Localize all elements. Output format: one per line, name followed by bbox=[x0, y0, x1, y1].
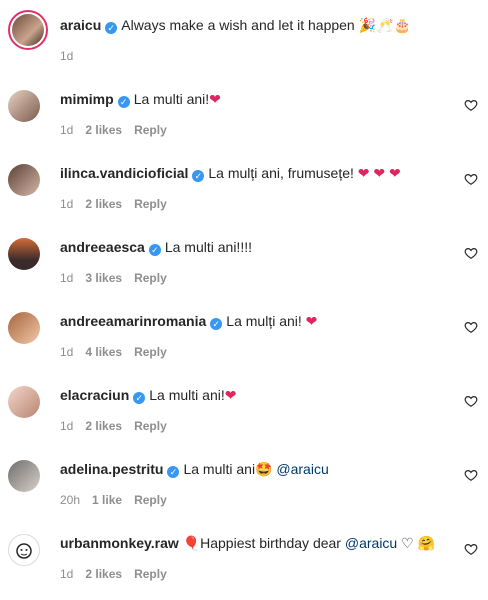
star-struck-emoji: 🤩 bbox=[255, 461, 273, 477]
comment-line: urbanmonkey.raw 🎈Happiest birthday dear … bbox=[60, 534, 435, 552]
comment-item: elacraciun ✓ La multi ani!❤ 1d 2 likes Reply bbox=[8, 378, 480, 452]
comment-username[interactable]: elacraciun bbox=[60, 387, 129, 403]
post-caption: araicu ✓ Always make a wish and let it hap… bbox=[8, 6, 480, 66]
comment-time[interactable]: 1d bbox=[60, 271, 73, 285]
monkey-logo-icon bbox=[16, 543, 32, 559]
avatar[interactable] bbox=[8, 90, 40, 122]
comment-likes[interactable]: 3 likes bbox=[85, 271, 122, 285]
comment-item: andreeamarinromania ✓ La mulți ani! ❤ 1d 4 … bbox=[8, 304, 480, 378]
caption-meta: 1d bbox=[60, 48, 85, 64]
comment-meta: 1d 2 likes Reply bbox=[60, 418, 179, 434]
comment-meta: 20h 1 like Reply bbox=[60, 492, 179, 508]
comment-likes[interactable]: 4 likes bbox=[85, 345, 122, 359]
comment-text: La multi ani! bbox=[149, 387, 225, 403]
verified-badge-icon: ✓ bbox=[105, 22, 118, 34]
comment-time[interactable]: 1d bbox=[60, 419, 73, 433]
heart-outline-icon[interactable] bbox=[464, 320, 478, 334]
comment-likes[interactable]: 2 likes bbox=[85, 123, 122, 137]
heart-outline-icon[interactable] bbox=[464, 542, 478, 556]
avatar[interactable] bbox=[8, 312, 40, 344]
heart-outline-icon[interactable] bbox=[464, 468, 478, 482]
heart-emoji: ❤ bbox=[209, 91, 221, 107]
reply-button[interactable]: Reply bbox=[134, 345, 167, 359]
comment-likes[interactable]: 2 likes bbox=[85, 419, 122, 433]
comment-username[interactable]: ilinca.vandicioficial bbox=[60, 165, 188, 181]
mention-link[interactable]: @araicu bbox=[276, 461, 328, 477]
comment-text: La mulți ani, frumusețe! bbox=[208, 165, 354, 181]
comment-meta: 1d 4 likes Reply bbox=[60, 344, 179, 360]
comment-item: mimimp ✓ La multi ani!❤ 1d 2 likes Reply bbox=[8, 82, 480, 156]
comment-time[interactable]: 1d bbox=[60, 567, 73, 581]
caption-line: araicu ✓ Always make a wish and let it hap… bbox=[60, 16, 411, 34]
comment-username[interactable]: adelina.pestritu bbox=[60, 461, 163, 477]
comment-username[interactable]: andreeamarinromania bbox=[60, 313, 206, 329]
reply-button[interactable]: Reply bbox=[134, 123, 167, 137]
comment-text: La multi ani!!!! bbox=[164, 239, 252, 255]
heart-emoji: ❤ bbox=[305, 313, 318, 329]
verified-badge-icon: ✓ bbox=[210, 318, 223, 330]
verified-badge-icon: ✓ bbox=[167, 466, 180, 478]
verified-badge-icon: ✓ bbox=[148, 244, 161, 256]
avatar[interactable] bbox=[8, 238, 40, 270]
comment-text: La multi ani bbox=[183, 461, 256, 477]
reply-button[interactable]: Reply bbox=[134, 419, 167, 433]
comment-text: La mulți ani! bbox=[226, 313, 302, 329]
verified-badge-icon: ✓ bbox=[133, 392, 146, 404]
reply-button[interactable]: Reply bbox=[134, 271, 167, 285]
verified-badge-icon: ✓ bbox=[192, 170, 205, 182]
emoji-suffix: ♡ 🤗 bbox=[401, 535, 435, 551]
comment-line: ilinca.vandicioficial ✓ La mulți ani, frum… bbox=[60, 164, 401, 182]
comment-time[interactable]: 1d bbox=[60, 345, 73, 359]
comment-line: andreeamarinromania ✓ La mulți ani! ❤ bbox=[60, 312, 317, 330]
caption-text: Always make a wish and let it happen bbox=[121, 17, 355, 33]
caption-username[interactable]: araicu bbox=[60, 17, 101, 33]
verified-badge-icon: ✓ bbox=[117, 96, 130, 108]
heart-emoji: ❤ ❤ ❤ bbox=[357, 165, 401, 181]
comment-username[interactable]: andreeaesca bbox=[60, 239, 145, 255]
comment-username[interactable]: mimimp bbox=[60, 91, 114, 107]
comment-meta: 1d 2 likes Reply bbox=[60, 566, 179, 582]
heart-outline-icon[interactable] bbox=[464, 98, 478, 112]
comment-line: mimimp ✓ La multi ani!❤ bbox=[60, 90, 221, 108]
comment-item: andreeaesca ✓ La multi ani!!!! 1d 3 likes Re… bbox=[8, 230, 480, 304]
avatar[interactable] bbox=[8, 460, 40, 492]
reply-button[interactable]: Reply bbox=[134, 197, 167, 211]
comment-line: adelina.pestritu ✓ La multi ani🤩 @araicu bbox=[60, 460, 329, 478]
caption-time[interactable]: 1d bbox=[60, 49, 73, 63]
caption-emojis: 🎉🥂🎂 bbox=[358, 17, 411, 33]
comment-item: adelina.pestritu ✓ La multi ani🤩 @araicu 2… bbox=[8, 452, 480, 526]
comment-time[interactable]: 1d bbox=[60, 197, 73, 211]
comment-item: ilinca.vandicioficial ✓ La mulți ani, frum… bbox=[8, 156, 480, 230]
comment-text: Happiest birthday dear bbox=[200, 535, 341, 551]
mention-link[interactable]: @araicu bbox=[345, 535, 397, 551]
avatar[interactable] bbox=[8, 386, 40, 418]
reply-button[interactable]: Reply bbox=[134, 567, 167, 581]
heart-outline-icon[interactable] bbox=[464, 172, 478, 186]
comment-username[interactable]: urbanmonkey.raw bbox=[60, 535, 179, 551]
avatar-image bbox=[12, 14, 44, 46]
comment-meta: 1d 2 likes Reply bbox=[60, 196, 179, 212]
heart-outline-icon[interactable] bbox=[464, 394, 478, 408]
comment-line: elacraciun ✓ La multi ani!❤ bbox=[60, 386, 236, 404]
heart-emoji: ❤ bbox=[224, 387, 237, 403]
avatar[interactable] bbox=[8, 10, 48, 50]
avatar[interactable] bbox=[8, 164, 40, 196]
heart-outline-icon[interactable] bbox=[464, 246, 478, 260]
comment-line: andreeaesca ✓ La multi ani!!!! bbox=[60, 238, 252, 256]
balloon-emoji: 🎈 bbox=[182, 535, 201, 551]
comment-meta: 1d 2 likes Reply bbox=[60, 122, 179, 138]
comment-time[interactable]: 20h bbox=[60, 493, 80, 507]
comment-meta: 1d 3 likes Reply bbox=[60, 270, 179, 286]
comment-item: urbanmonkey.raw 🎈Happiest birthday dear … bbox=[8, 526, 480, 600]
comment-likes[interactable]: 2 likes bbox=[85, 567, 122, 581]
reply-button[interactable]: Reply bbox=[134, 493, 167, 507]
comment-time[interactable]: 1d bbox=[60, 123, 73, 137]
comment-text: La multi ani! bbox=[133, 91, 210, 107]
avatar[interactable] bbox=[8, 534, 40, 566]
comment-likes[interactable]: 2 likes bbox=[85, 197, 122, 211]
comment-likes[interactable]: 1 like bbox=[92, 493, 122, 507]
